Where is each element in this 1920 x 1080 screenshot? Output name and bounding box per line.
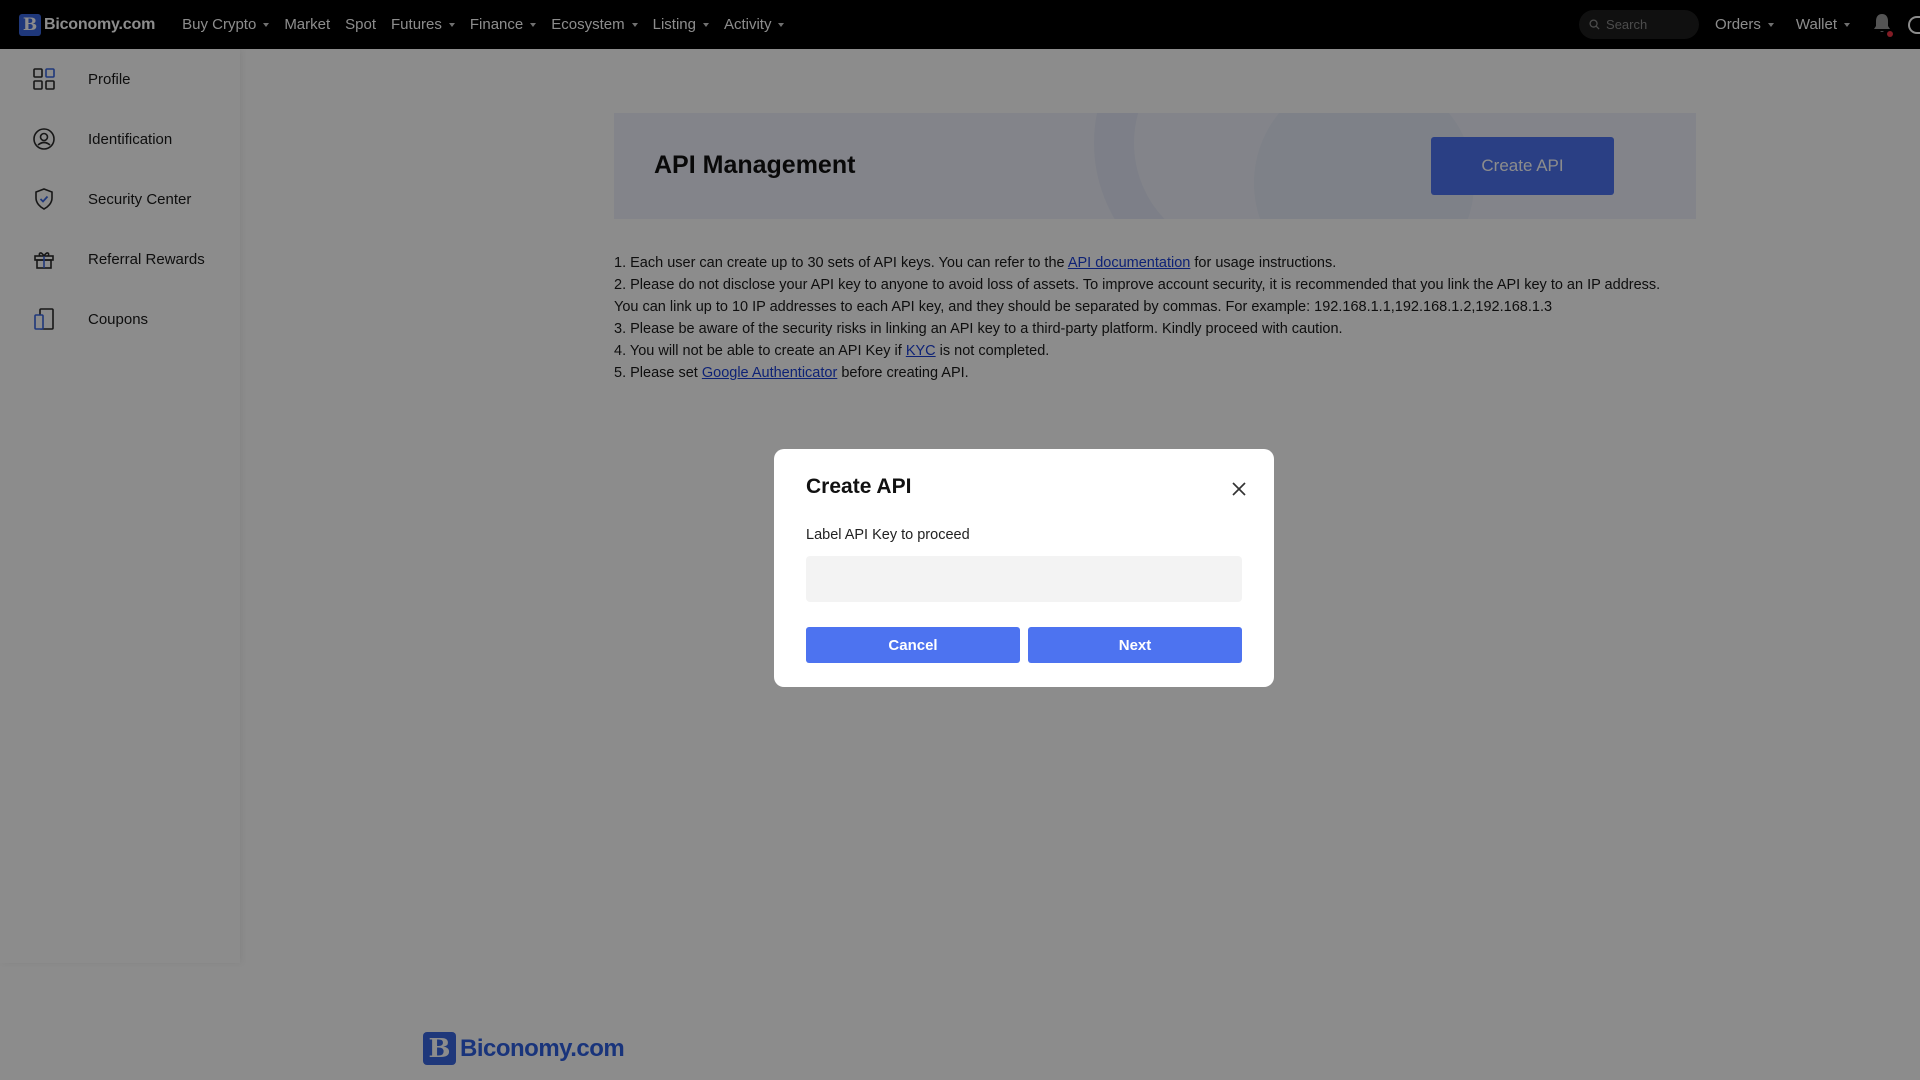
cancel-button[interactable]: Cancel	[806, 627, 1020, 663]
api-key-label-input[interactable]	[806, 556, 1242, 602]
next-button[interactable]: Next	[1028, 627, 1242, 663]
create-api-dialog: Create API Label API Key to proceed Canc…	[774, 449, 1274, 687]
dialog-title: Create API	[806, 475, 912, 498]
close-icon[interactable]	[1229, 479, 1249, 499]
api-key-label-text: Label API Key to proceed	[806, 527, 970, 543]
